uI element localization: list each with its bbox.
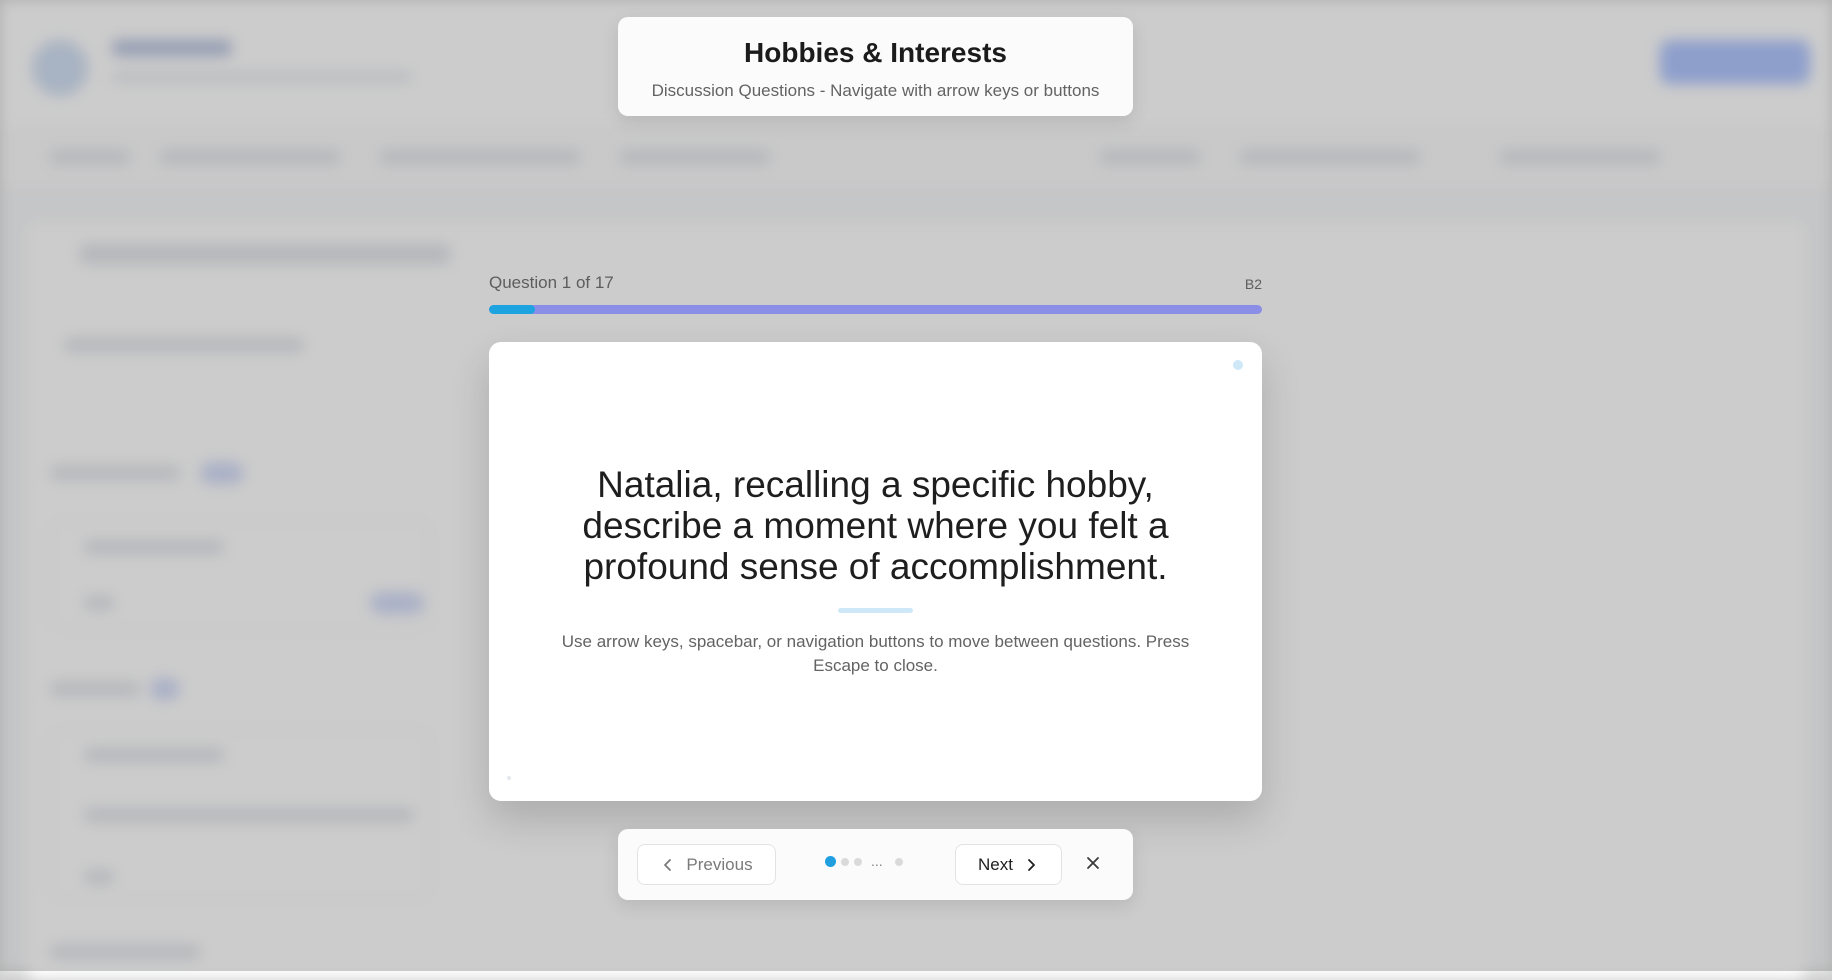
previous-button[interactable]: Previous bbox=[637, 844, 776, 885]
pagination-dot[interactable] bbox=[895, 858, 903, 866]
pagination-dot-active[interactable] bbox=[825, 856, 836, 867]
decorative-dot bbox=[507, 776, 511, 780]
navigation-hint: Use arrow keys, spacebar, or navigation … bbox=[561, 632, 1190, 675]
close-icon bbox=[1085, 855, 1101, 876]
pagination-ellipsis: ... bbox=[871, 853, 883, 869]
next-button-label: Next bbox=[978, 854, 1013, 874]
chevron-right-icon bbox=[1023, 857, 1039, 873]
question-card: Natalia, recalling a specific hobby, des… bbox=[489, 342, 1262, 801]
navigation-bar: Previous ... Next bbox=[618, 829, 1133, 900]
chevron-left-icon bbox=[660, 857, 676, 873]
question-pagination: ... bbox=[825, 853, 925, 873]
next-button[interactable]: Next bbox=[955, 844, 1062, 885]
close-button[interactable] bbox=[1081, 853, 1105, 877]
pagination-dot[interactable] bbox=[854, 858, 862, 866]
dialog-header: Hobbies & Interests Discussion Questions… bbox=[618, 17, 1133, 116]
pagination-dot[interactable] bbox=[841, 858, 849, 866]
decorative-dot bbox=[1233, 360, 1243, 370]
level-badge: B2 bbox=[1244, 276, 1262, 292]
question-text: Natalia, recalling a specific hobby, des… bbox=[582, 464, 1169, 587]
progress-bar-fill bbox=[489, 305, 535, 314]
progress-label: Question 1 of 17 bbox=[489, 273, 614, 292]
question-divider bbox=[838, 608, 913, 613]
progress-bar bbox=[489, 305, 1262, 314]
dialog-title: Hobbies & Interests bbox=[744, 37, 1007, 68]
previous-button-label: Previous bbox=[686, 854, 753, 874]
dialog-subtitle: Discussion Questions - Navigate with arr… bbox=[651, 81, 1100, 100]
